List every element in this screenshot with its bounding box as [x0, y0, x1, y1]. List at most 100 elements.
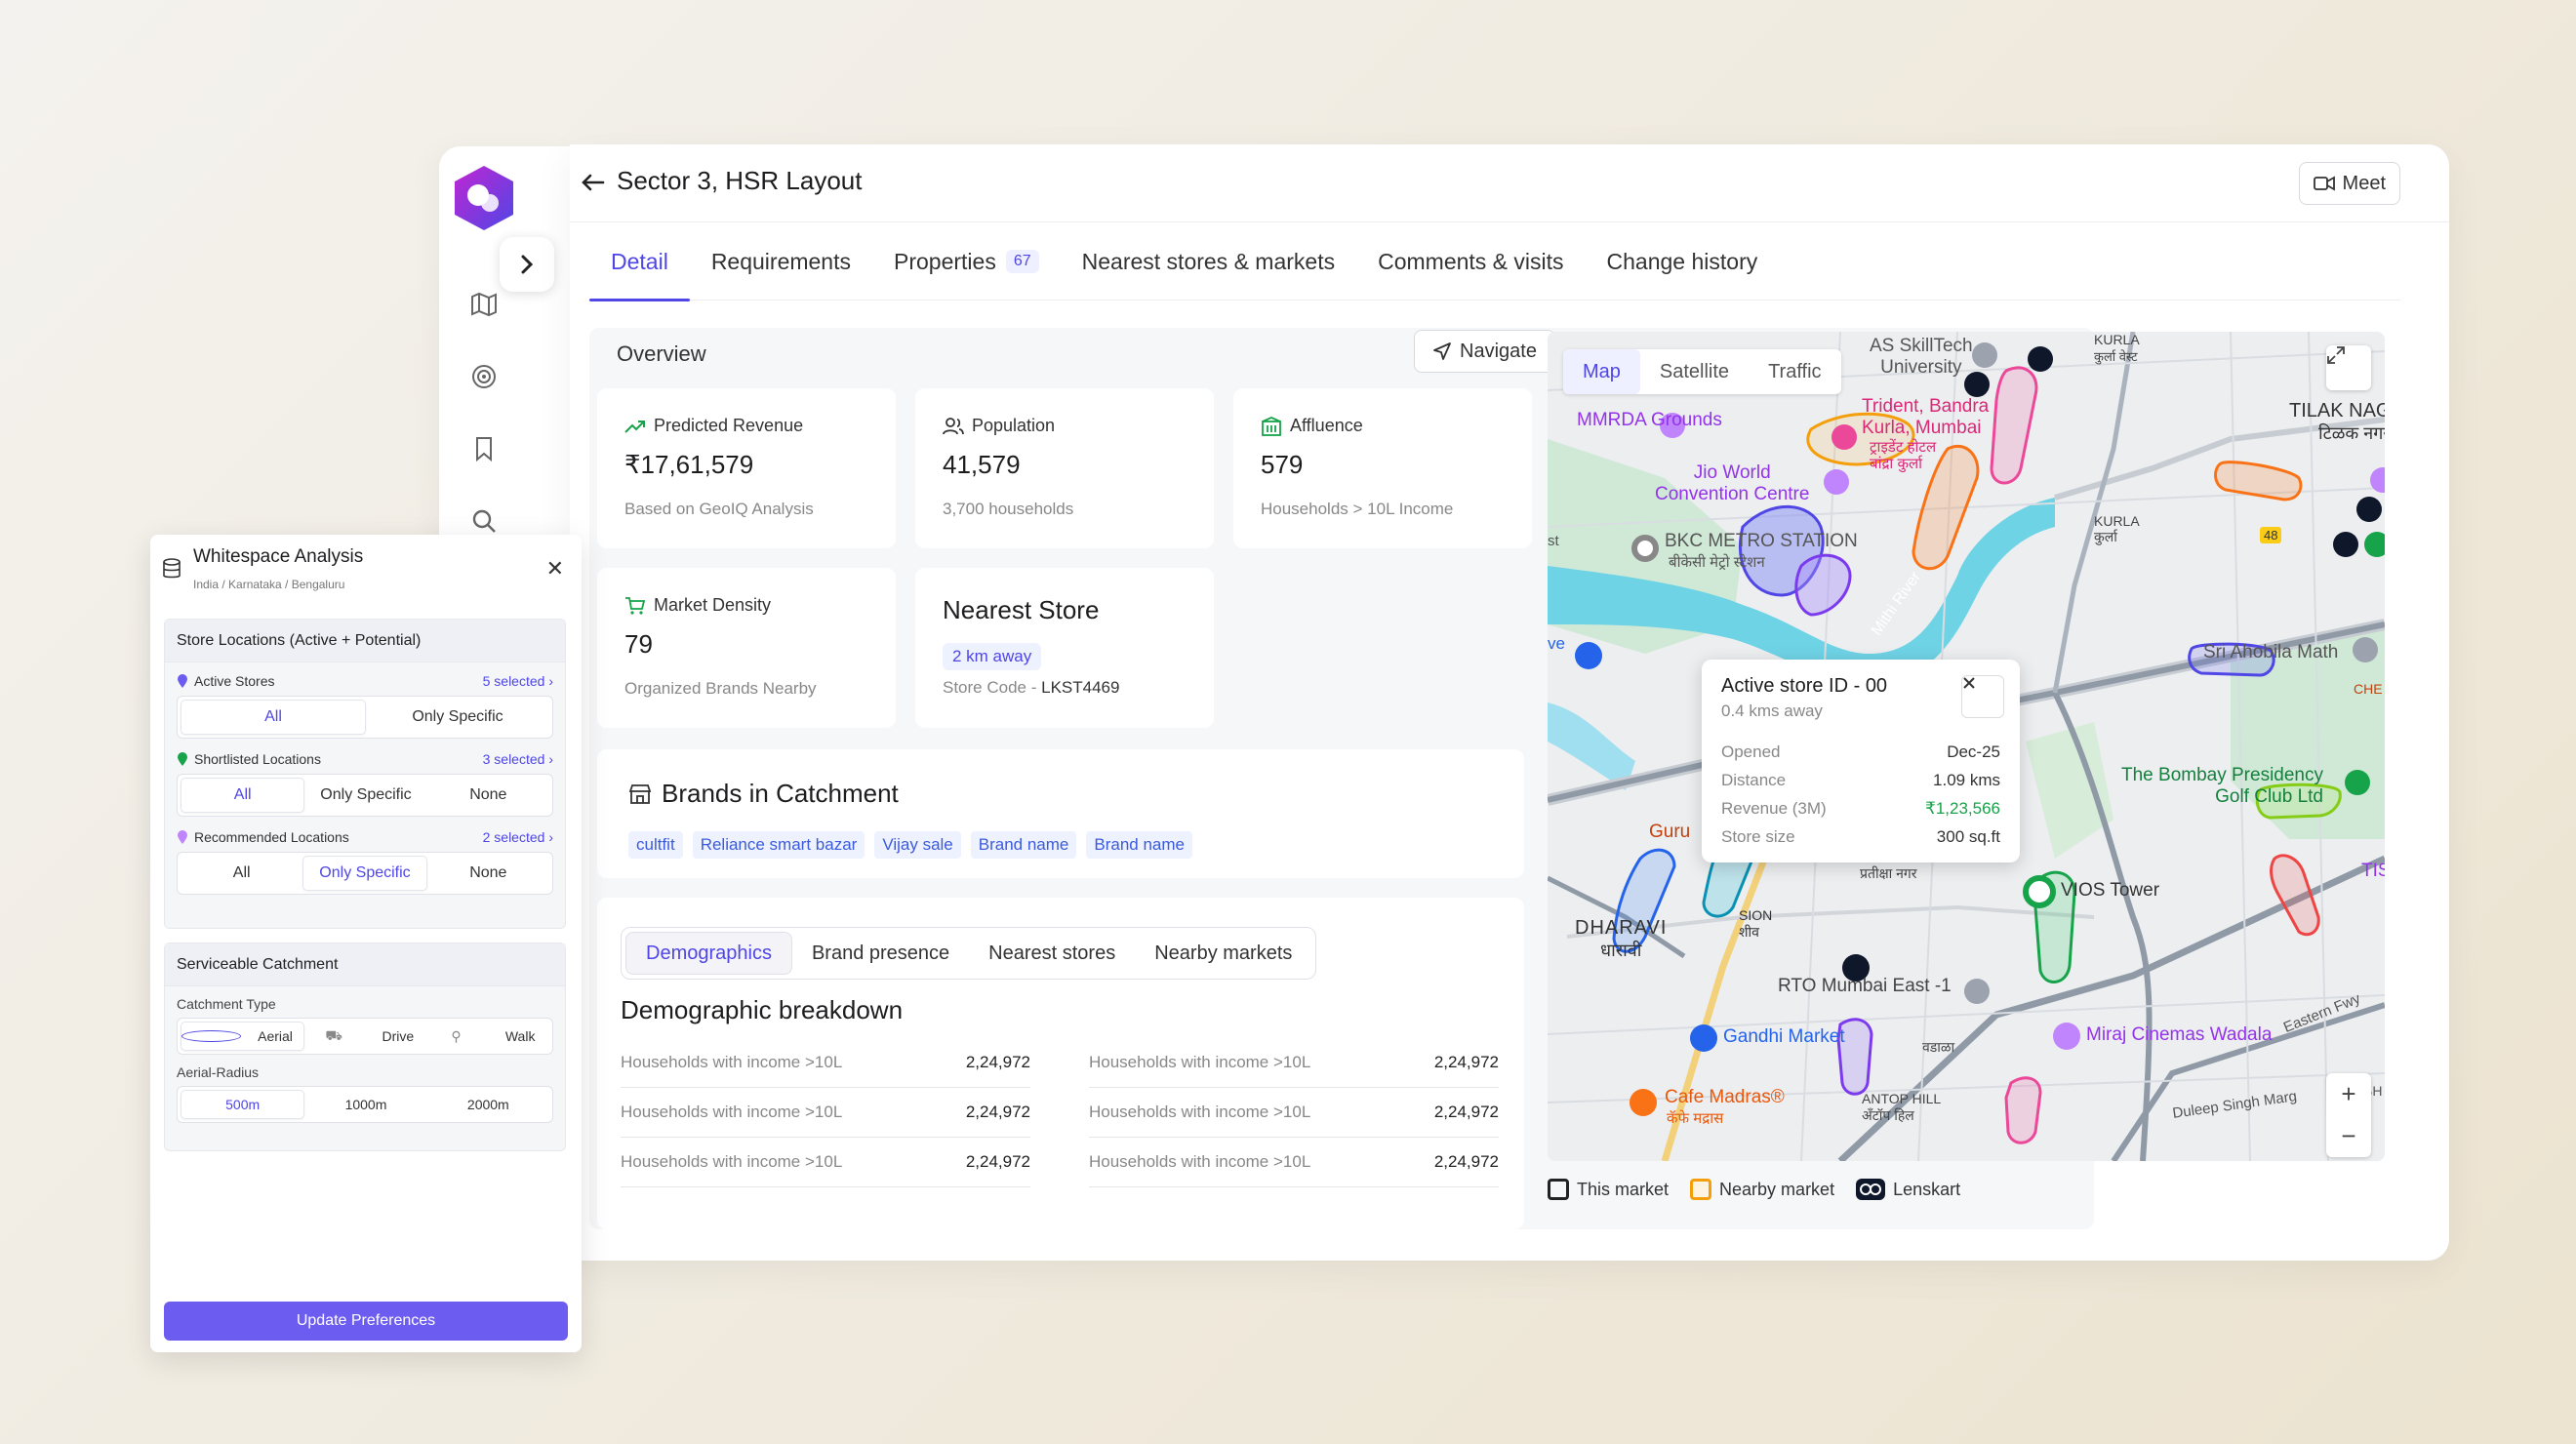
option-all[interactable]: All [181, 700, 366, 735]
route-shield: 48 [2260, 527, 2282, 543]
option-500m[interactable]: 500m [181, 1090, 305, 1119]
card-title: Predicted Revenue [654, 416, 804, 435]
map-type-traffic[interactable]: Traffic [1749, 349, 1840, 394]
table-row: Households with income >10L 2,24,972 [621, 1088, 1030, 1138]
navigate-button[interactable]: Navigate [1414, 330, 1555, 373]
selected-count-text: 2 selected [482, 829, 545, 845]
update-preferences-button[interactable]: Update Preferences [164, 1302, 568, 1341]
map-label: KURLA कुर्ला [2094, 513, 2140, 544]
zoom-in-button[interactable]: + [2341, 1079, 2355, 1109]
pin-icon [178, 751, 187, 766]
map-icon[interactable] [464, 285, 503, 324]
map-type-map[interactable]: Map [1563, 349, 1640, 394]
card-title: Population [972, 416, 1056, 435]
app-logo[interactable] [453, 164, 515, 232]
popup-title: Active store ID - 00 [1721, 675, 1888, 697]
map-label: SION शीव [1739, 907, 1773, 940]
option-walk[interactable]: ⚲ Walk [427, 1022, 549, 1051]
option-only-specific[interactable]: Only Specific [366, 700, 549, 735]
cart-icon [625, 596, 646, 615]
tab-properties-label: Properties [894, 248, 996, 274]
bookmark-icon[interactable] [464, 429, 503, 468]
popup-row-value: 1.09 kms [1933, 771, 2000, 789]
recommended-row[interactable]: Recommended Locations 2 selected › [165, 822, 565, 852]
option-none[interactable]: None [427, 856, 549, 891]
brand-tag[interactable]: cultfit [628, 831, 683, 859]
demographic-table: Households with income >10L 2,24,972 Hous… [621, 1038, 1499, 1187]
option-none[interactable]: None [427, 778, 549, 813]
map-type-satellite[interactable]: Satellite [1640, 349, 1749, 394]
target-icon[interactable] [464, 357, 503, 396]
popup-row-value: ₹1,23,566 [1925, 799, 2000, 818]
card-value: 41,579 [943, 450, 1021, 479]
tab-nearest-stores[interactable]: Nearest stores & markets [1061, 222, 1356, 301]
legend-label: Lenskart [1893, 1179, 1961, 1199]
option-drive[interactable]: ⛟ Drive [304, 1022, 426, 1051]
option-only-specific[interactable]: Only Specific [302, 856, 427, 891]
popup-row: Revenue (3M) ₹1,23,566 [1721, 799, 2000, 827]
option-all[interactable]: All [181, 856, 302, 891]
tab-detail[interactable]: Detail [589, 222, 690, 301]
meet-button[interactable]: Meet [2298, 162, 2400, 205]
card-value: 79 [624, 629, 653, 659]
database-icon [162, 558, 181, 580]
breadcrumb: India / Karnataka / Bengaluru [193, 578, 345, 591]
map-label: कॅफे मद्रास [1667, 1110, 1724, 1127]
active-stores-toggle: All Only Specific [177, 696, 553, 739]
back-arrow-icon[interactable] [578, 168, 607, 197]
video-camera-icon [2313, 176, 2335, 191]
tab-demographics[interactable]: Demographics [625, 932, 792, 975]
option-aerial[interactable]: Aerial [181, 1022, 305, 1051]
legend-item: Lenskart [1856, 1179, 1960, 1200]
close-panel-button[interactable]: ✕ [546, 556, 564, 582]
map-label: TIS [2361, 861, 2385, 881]
map-label: CHE [2354, 681, 2383, 697]
brand-tag[interactable]: Reliance smart bazar [692, 831, 865, 859]
pin-icon [178, 673, 187, 688]
serviceable-catchment-section: Serviceable Catchment Catchment Type Aer… [164, 943, 566, 1151]
option-1000m[interactable]: 1000m [304, 1090, 426, 1119]
map-label: st [1548, 533, 1559, 549]
popup-row-label: Store size [1721, 827, 1795, 846]
catchment-map[interactable]: Map Satellite Traffic MMRDA Grounds Jio … [1548, 332, 2385, 1161]
tab-nearby-markets[interactable]: Nearby markets [1135, 932, 1311, 975]
card-subtitle: Organized Brands Nearby [624, 679, 817, 698]
shortlisted-row[interactable]: Shortlisted Locations 3 selected › [165, 744, 565, 774]
fullscreen-button[interactable] [2326, 345, 2371, 390]
popup-details: Opened Dec-25 Distance 1.09 kms Revenue (3… [1721, 742, 2000, 856]
map-label: RTO Mumbai East -1 [1778, 976, 1952, 996]
page-header: Sector 3, HSR Layout Meet [570, 144, 2449, 222]
properties-count-badge: 67 [1005, 250, 1039, 273]
whitespace-analysis-panel: Whitespace Analysis India / Karnataka / … [150, 535, 582, 1352]
tab-brand-presence[interactable]: Brand presence [792, 932, 969, 975]
this-market-swatch [1548, 1179, 1569, 1200]
expand-sidebar-button[interactable] [500, 237, 554, 292]
option-only-specific[interactable]: Only Specific [304, 778, 426, 813]
map-label: Cafe Madras® [1665, 1087, 1785, 1107]
tab-properties[interactable]: Properties 67 [872, 222, 1061, 301]
card-subtitle: Households > 10L Income [1261, 500, 1454, 518]
tab-requirements[interactable]: Requirements [690, 222, 872, 301]
brand-tag[interactable]: Brand name [970, 831, 1077, 859]
population-card: Population 41,579 3,700 households [915, 388, 1214, 548]
option-2000m[interactable]: 2000m [427, 1090, 549, 1119]
popup-row-label: Opened [1721, 742, 1781, 761]
brand-tag[interactable]: Vijay sale [874, 831, 961, 859]
panel-title: Whitespace Analysis [193, 546, 364, 567]
tab-nearest-stores-sub[interactable]: Nearest stores [969, 932, 1135, 975]
active-stores-row[interactable]: Active Stores 5 selected › [165, 666, 565, 696]
overview-heading: Overview [617, 341, 706, 366]
page-title: Sector 3, HSR Layout [617, 166, 863, 195]
option-all[interactable]: All [181, 778, 305, 813]
store-code-value: LKST4469 [1041, 678, 1120, 697]
row-value: 2,24,972 [1433, 1152, 1499, 1171]
tab-change-history[interactable]: Change history [1586, 222, 1780, 301]
popup-close-button[interactable] [1961, 675, 2004, 718]
circle-icon [181, 1030, 241, 1042]
tab-comments-visits[interactable]: Comments & visits [1356, 222, 1585, 301]
nearest-store-distance: 2 km away [943, 643, 1042, 670]
row-value: 2,24,972 [1433, 1103, 1499, 1121]
zoom-out-button[interactable]: − [2341, 1121, 2355, 1151]
brand-tag[interactable]: Brand name [1086, 831, 1193, 859]
lenskart-icon [1856, 1179, 1886, 1200]
